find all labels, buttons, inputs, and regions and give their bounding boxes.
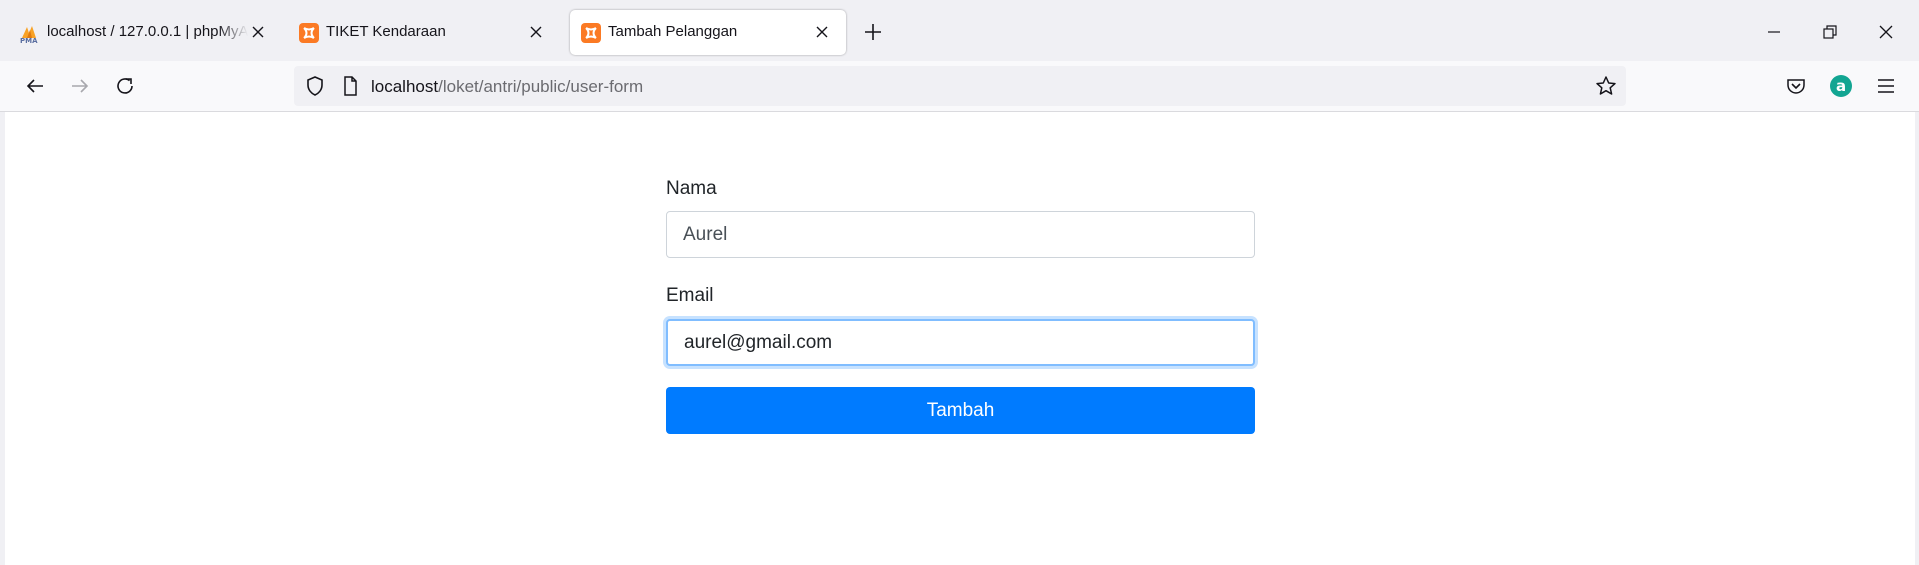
name-input[interactable] [666,211,1255,258]
reload-icon[interactable] [113,74,137,98]
email-input[interactable] [666,319,1255,366]
tab-tiket-kendaraan[interactable]: TIKET Kendaraan [284,10,560,55]
hamburger-menu-icon[interactable] [1874,74,1898,98]
forward-arrow-icon[interactable] [68,74,92,98]
address-bar[interactable]: localhost/loket/antri/public/user-form [294,66,1626,106]
url-host: localhost [371,77,439,96]
new-tab-button[interactable] [862,21,884,43]
page-right-border [1915,112,1919,565]
close-icon[interactable] [248,22,268,42]
xampp-icon [298,22,320,44]
phpmyadmin-icon: PMA [19,22,41,45]
name-label: Nama [666,178,717,199]
tab-title: Tambah Pelanggan [608,23,738,40]
back-arrow-icon[interactable] [23,74,47,98]
shield-icon[interactable] [303,74,327,98]
close-icon[interactable] [526,22,546,42]
close-window-button[interactable] [1874,20,1898,44]
close-icon[interactable] [812,22,832,42]
page-icon[interactable] [338,74,362,98]
pocket-icon[interactable] [1784,74,1808,98]
minimize-button[interactable] [1762,20,1786,44]
page-content: Nama Email Tambah [0,112,1919,565]
url-path: /loket/antri/public/user-form [438,77,644,96]
email-label: Email [666,285,714,306]
page-left-border [0,112,5,565]
tab-strip: PMA localhost / 127.0.0.1 | phpMyAdmin T… [0,0,1919,61]
tab-title: TIKET Kendaraan [326,23,446,40]
account-avatar-icon[interactable]: a [1829,74,1853,98]
xampp-icon [580,22,602,44]
tab-title: localhost / 127.0.0.1 | phpMyAdmin [47,23,248,40]
navigation-toolbar: localhost/loket/antri/public/user-form a [0,61,1919,112]
tab-tambah-pelanggan[interactable]: Tambah Pelanggan [570,10,846,55]
tab-phpmyadmin[interactable]: PMA localhost / 127.0.0.1 | phpMyAdmin [2,10,278,55]
svg-text:PMA: PMA [20,37,38,44]
bookmark-star-icon[interactable] [1594,74,1618,98]
svg-text:a: a [1836,77,1846,95]
url-text[interactable]: localhost/loket/antri/public/user-form [371,77,643,97]
tambah-button[interactable]: Tambah [666,387,1255,434]
restore-button[interactable] [1818,20,1842,44]
